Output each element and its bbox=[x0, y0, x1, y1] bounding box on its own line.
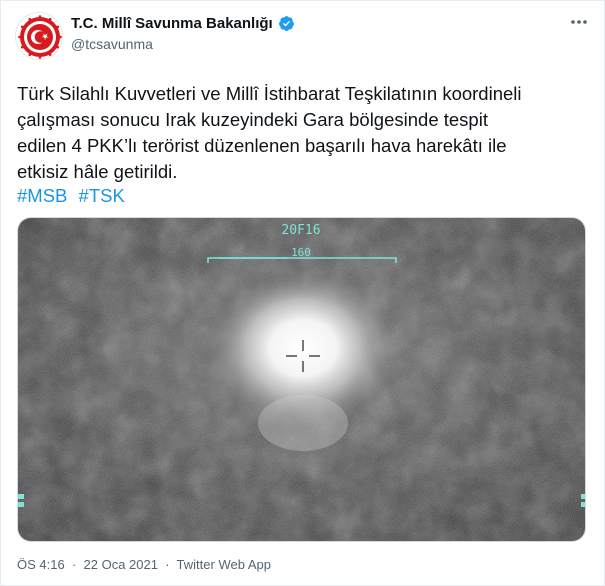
meta-separator: · bbox=[68, 557, 80, 572]
thermal-footage: 20F16 160 bbox=[18, 218, 585, 541]
tweet-video[interactable]: 20F16 160 bbox=[17, 217, 586, 542]
hashtags: #MSB #TSK bbox=[17, 185, 131, 207]
avatar[interactable] bbox=[15, 12, 63, 60]
hud-code: 20F16 bbox=[281, 223, 320, 238]
author-name[interactable]: T.C. Millî Savunma Bakanlığı bbox=[71, 15, 273, 32]
author-handle[interactable]: @tcsavunma bbox=[71, 36, 153, 52]
tweet-source[interactable]: Twitter Web App bbox=[177, 557, 271, 572]
tweet-text-line: Türk Silahlı Kuvvetleri ve Millî İstihba… bbox=[17, 83, 522, 104]
verified-badge-icon bbox=[278, 15, 295, 32]
tweet-card: T.C. Millî Savunma Bakanlığı @tcsavunma … bbox=[0, 0, 605, 586]
hashtag-link[interactable]: #TSK bbox=[79, 185, 125, 206]
tweet-text-line: edilen 4 PKK’lı terörist düzenlenen başa… bbox=[17, 135, 507, 156]
tweet-time[interactable]: ÖS 4:16 bbox=[17, 557, 65, 572]
meta-separator: · bbox=[161, 557, 174, 572]
hud-heading: 160 bbox=[291, 246, 311, 259]
tweet-meta: ÖS 4:16 · 22 Oca 2021 · Twitter Web App bbox=[17, 557, 271, 572]
more-icon[interactable] bbox=[568, 11, 590, 33]
hashtag-link[interactable]: #MSB bbox=[17, 185, 67, 206]
msb-logo bbox=[18, 15, 62, 59]
tweet-date[interactable]: 22 Oca 2021 bbox=[84, 557, 158, 572]
author-name-row[interactable]: T.C. Millî Savunma Bakanlığı bbox=[71, 15, 295, 32]
tweet-text-line: çalışması sonucu Irak kuzeyindeki Gara b… bbox=[17, 109, 488, 130]
tweet-text: Türk Silahlı Kuvvetleri ve Millî İstihba… bbox=[17, 81, 592, 185]
tweet-text-line: etkisiz hâle getirildi. bbox=[17, 161, 178, 182]
